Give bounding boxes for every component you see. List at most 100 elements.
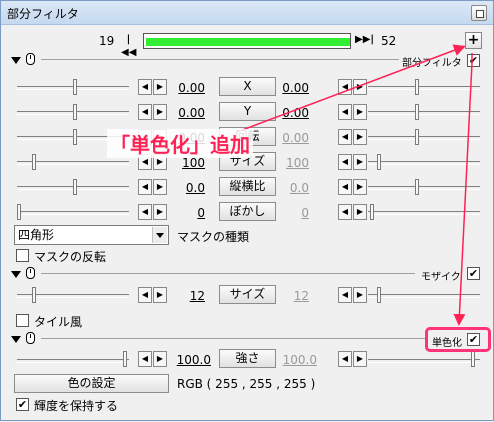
- slider-thumb-end[interactable]: [377, 154, 381, 170]
- increment-button[interactable]: ▶: [353, 179, 367, 195]
- slider-thumb[interactable]: [17, 204, 21, 220]
- mosaic-size-value-end[interactable]: 12: [273, 289, 309, 303]
- collapse-triangle-icon[interactable]: [11, 57, 21, 64]
- decrement-button[interactable]: ◀: [138, 351, 152, 367]
- slider-thumb-end[interactable]: [370, 204, 374, 220]
- slider-thumb[interactable]: [73, 79, 77, 95]
- param-button[interactable]: ぼかし: [219, 202, 276, 221]
- partial-filter-label: 部分フィルタ: [402, 58, 462, 69]
- param-button[interactable]: 縦横比: [219, 177, 276, 196]
- increment-button[interactable]: ▶: [153, 204, 167, 220]
- increment-button[interactable]: ▶: [353, 351, 367, 367]
- slider-track-end[interactable]: [368, 161, 480, 165]
- tile-checkbox[interactable]: [16, 314, 29, 327]
- start-value[interactable]: 0.00: [169, 81, 205, 95]
- mask-type-select[interactable]: 四角形: [14, 225, 169, 245]
- mask-type-label: マスクの種類: [177, 230, 250, 244]
- increment-button[interactable]: ▶: [353, 287, 367, 303]
- strength-button[interactable]: 強さ: [219, 349, 276, 368]
- slider-thumb[interactable]: [73, 129, 77, 145]
- title-bar: 部分フィルタ: [1, 1, 493, 25]
- end-value[interactable]: 0.00: [273, 106, 309, 120]
- strength-slider-end-thumb[interactable]: [471, 351, 475, 367]
- end-value[interactable]: 0.0: [273, 181, 309, 195]
- slider-track[interactable]: [17, 211, 129, 215]
- decrement-button[interactable]: ◀: [138, 104, 152, 120]
- start-value[interactable]: 0.00: [169, 106, 205, 120]
- slider-track-end[interactable]: [368, 211, 480, 215]
- slider-thumb-end[interactable]: [415, 104, 419, 120]
- decrement-button[interactable]: ◀: [138, 287, 152, 303]
- collapse-triangle-icon[interactable]: [11, 271, 21, 278]
- strength-value[interactable]: 100.0: [175, 353, 211, 367]
- decrement-button[interactable]: ◀: [338, 287, 352, 303]
- increment-button[interactable]: ▶: [153, 351, 167, 367]
- section-divider: [41, 273, 415, 274]
- increment-button[interactable]: ▶: [153, 79, 167, 95]
- end-value[interactable]: 0: [273, 206, 309, 220]
- decrement-button[interactable]: ◀: [338, 154, 352, 170]
- color-settings-button[interactable]: 色の設定: [14, 374, 169, 393]
- end-value[interactable]: 100: [273, 156, 309, 170]
- strength-value-end[interactable]: 100.0: [281, 353, 317, 367]
- increment-button[interactable]: ▶: [353, 129, 367, 145]
- decrement-button[interactable]: ◀: [338, 79, 352, 95]
- mouse-icon: [26, 332, 35, 344]
- slider-thumb[interactable]: [73, 179, 77, 195]
- mosaic-size-slider-end-thumb[interactable]: [377, 287, 381, 303]
- close-button[interactable]: [471, 5, 487, 21]
- end-value[interactable]: 0.00: [273, 131, 309, 145]
- mosaic-size-slider-end-track[interactable]: [368, 294, 480, 298]
- chevron-down-icon[interactable]: [152, 227, 167, 243]
- slider-thumb-end[interactable]: [415, 79, 419, 95]
- slider-thumb-end[interactable]: [415, 179, 419, 195]
- slider-track-end[interactable]: [368, 136, 480, 140]
- filter-window: 部分フィルタ 19 |◀◀ ▶▶| 52 + 部分フィルタ ✔ ◀ ▶ 0.00…: [0, 0, 494, 421]
- decrement-button[interactable]: ◀: [338, 104, 352, 120]
- decrement-button[interactable]: ◀: [138, 79, 152, 95]
- end-frame: 52: [381, 34, 397, 48]
- double-right-arrow-icon[interactable]: ▶▶|: [355, 33, 374, 48]
- mosaic-size-value[interactable]: 12: [169, 289, 205, 303]
- decrement-button[interactable]: ◀: [338, 129, 352, 145]
- start-value[interactable]: 0: [169, 206, 205, 220]
- decrement-button[interactable]: ◀: [138, 179, 152, 195]
- start-value[interactable]: 0.0: [169, 181, 205, 195]
- increment-button[interactable]: ▶: [353, 204, 367, 220]
- slider-track-end[interactable]: [368, 86, 480, 90]
- increment-button[interactable]: ▶: [153, 104, 167, 120]
- strength-slider-thumb[interactable]: [123, 351, 127, 367]
- mosaic-checkbox[interactable]: ✔: [467, 267, 480, 280]
- slider-track-end[interactable]: [368, 111, 480, 115]
- param-button[interactable]: Y: [219, 102, 276, 121]
- slider-thumb[interactable]: [73, 104, 77, 120]
- increment-button[interactable]: ▶: [353, 154, 367, 170]
- strength-slider-end-track[interactable]: [368, 359, 480, 363]
- increment-button[interactable]: ▶: [353, 79, 367, 95]
- collapse-triangle-icon[interactable]: [11, 336, 21, 343]
- decrement-button[interactable]: ◀: [138, 204, 152, 220]
- increment-button[interactable]: ▶: [153, 179, 167, 195]
- start-value[interactable]: 100: [169, 156, 205, 170]
- mask-invert-checkbox[interactable]: [16, 249, 29, 262]
- mosaic-size-slider-thumb[interactable]: [32, 287, 36, 303]
- partial-filter-checkbox[interactable]: ✔: [467, 54, 480, 67]
- increment-button[interactable]: ▶: [353, 104, 367, 120]
- decrement-button[interactable]: ◀: [338, 351, 352, 367]
- slider-thumb[interactable]: [32, 154, 36, 170]
- keep-luma-checkbox[interactable]: ✔: [16, 398, 29, 411]
- keep-luma-label: 輝度を保持する: [34, 399, 119, 413]
- decrement-button[interactable]: ◀: [338, 204, 352, 220]
- param-button[interactable]: X: [219, 77, 276, 96]
- double-left-arrow-icon[interactable]: |◀◀: [121, 33, 136, 58]
- add-filter-button[interactable]: +: [465, 32, 482, 49]
- start-frame: 19: [99, 34, 115, 48]
- strength-slider-track[interactable]: [17, 359, 129, 363]
- mosaic-size-button[interactable]: サイズ: [219, 285, 276, 304]
- decrement-button[interactable]: ◀: [338, 179, 352, 195]
- end-value[interactable]: 0.00: [273, 81, 309, 95]
- slider-thumb-end[interactable]: [415, 129, 419, 145]
- range-bar[interactable]: [143, 33, 351, 49]
- increment-button[interactable]: ▶: [153, 287, 167, 303]
- slider-track-end[interactable]: [368, 186, 480, 190]
